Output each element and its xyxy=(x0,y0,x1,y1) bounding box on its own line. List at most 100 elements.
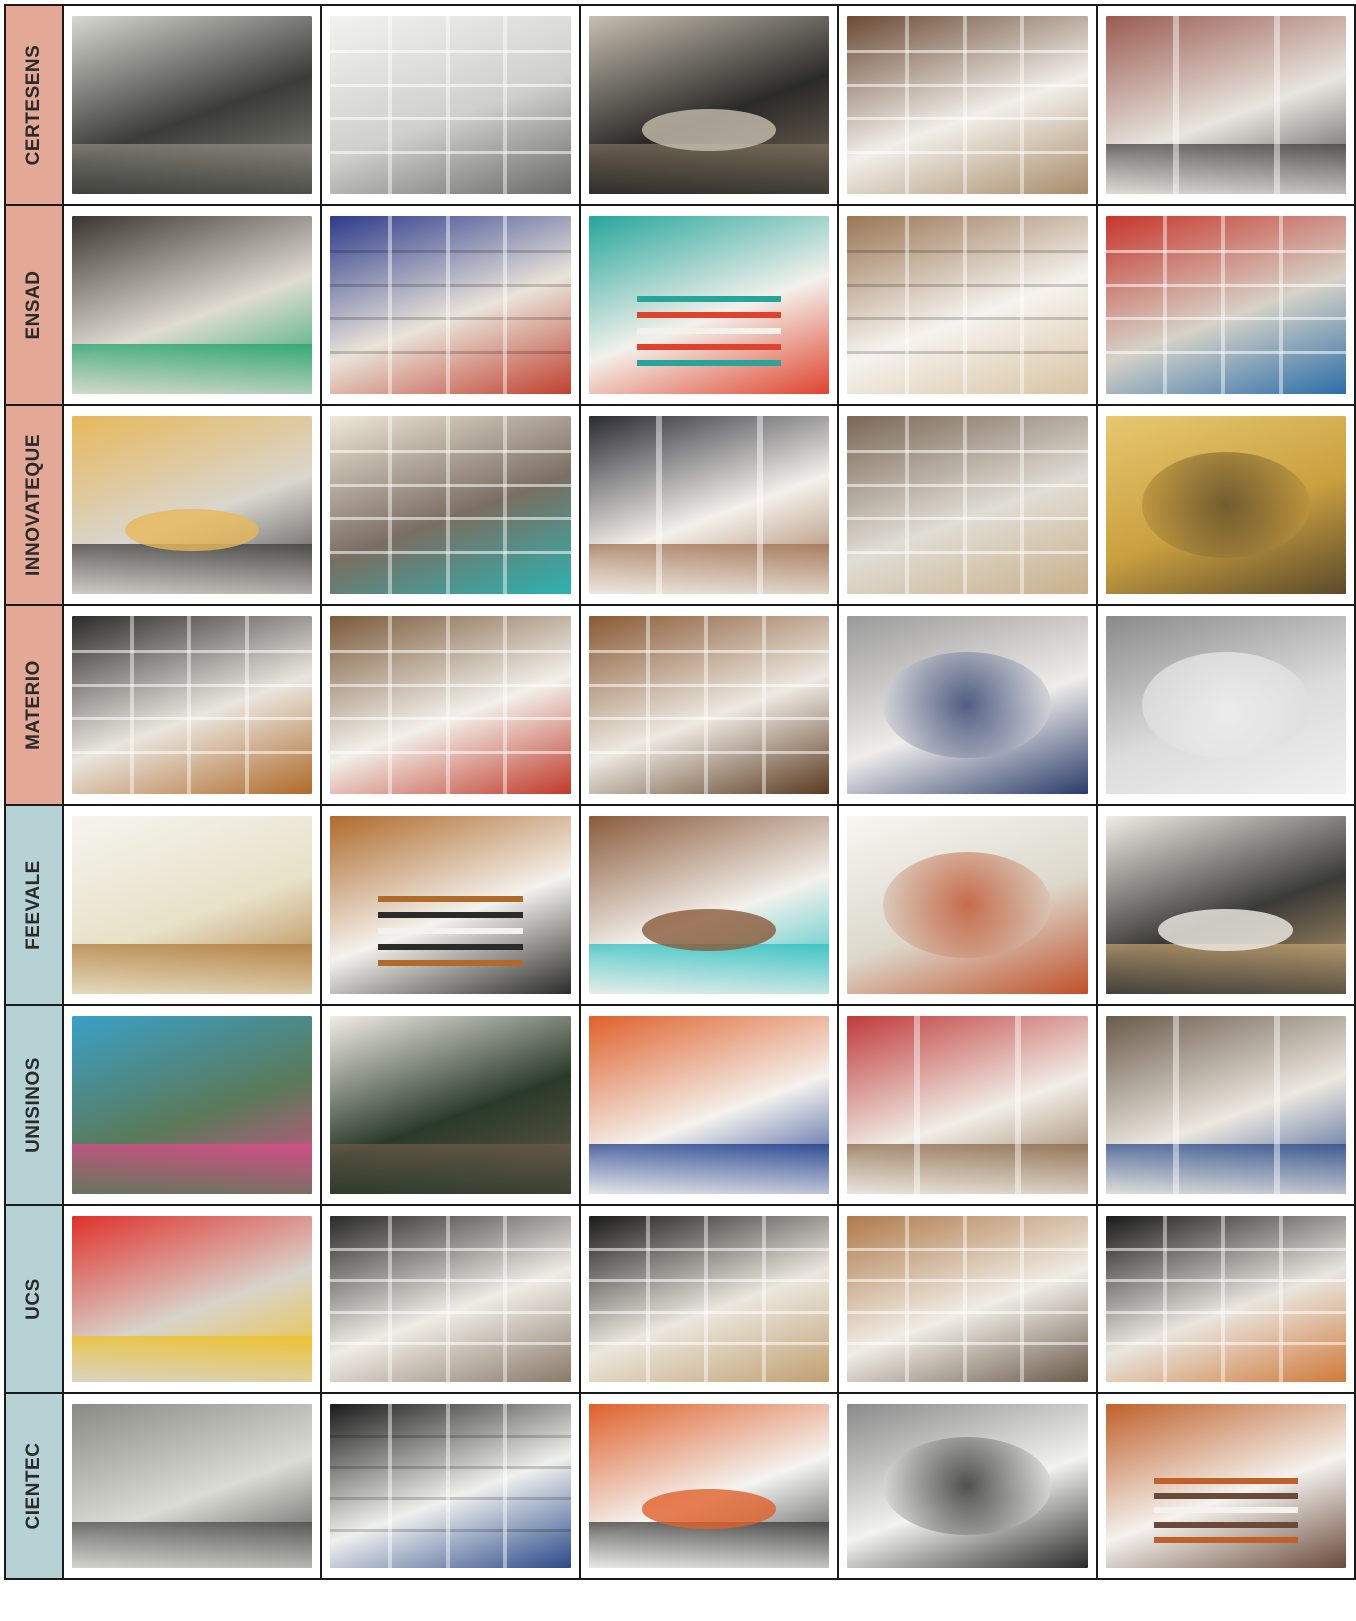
photo-metal-mesh xyxy=(847,616,1088,794)
institution-name: ENSAD xyxy=(22,270,44,340)
photo-leather-shelves xyxy=(847,16,1088,194)
photo-cell xyxy=(1095,1004,1356,1206)
institution-label-cell: CIENTEC xyxy=(4,1392,64,1580)
library-row: CIENTEC xyxy=(4,1392,1356,1580)
photo-sample-corridor xyxy=(847,1016,1088,1194)
photo-reception-desk xyxy=(588,1016,830,1194)
photo-cell xyxy=(837,204,1098,406)
photo-cell xyxy=(1095,804,1356,1006)
library-row: UNISINOS xyxy=(4,1004,1356,1206)
photo-cell xyxy=(837,1204,1098,1394)
library-row: INNOVATEQUE xyxy=(4,404,1356,606)
photo-cell xyxy=(837,404,1098,606)
photo-cell xyxy=(578,204,840,406)
photo-cell xyxy=(578,4,840,206)
library-row: CERTESENS xyxy=(4,4,1356,206)
photo-cubby-shelves xyxy=(847,1216,1088,1382)
photo-cell xyxy=(578,804,840,1006)
institution-label-cell: MATERIO xyxy=(4,604,64,806)
photo-cell xyxy=(320,1392,581,1580)
photo-leather-samples xyxy=(847,216,1088,394)
institution-label-cell: FEEVALE xyxy=(4,804,64,1006)
photo-cell xyxy=(320,804,581,1006)
photo-tile-stand xyxy=(1105,1404,1346,1568)
photo-metal-pillow xyxy=(1105,616,1346,794)
photo-display-unit xyxy=(847,816,1088,994)
photo-panel-displays xyxy=(330,1216,571,1382)
photo-wood-samples xyxy=(588,616,830,794)
photo-cell xyxy=(320,204,581,406)
photo-cell xyxy=(1095,604,1356,806)
photo-cell xyxy=(837,1392,1098,1580)
photo-binder-shelf xyxy=(330,616,571,794)
photo-cell xyxy=(61,204,323,406)
institution-name: INNOVATEQUE xyxy=(22,433,44,577)
photo-cell xyxy=(578,1392,840,1580)
photo-cell xyxy=(837,804,1098,1006)
photo-container-event xyxy=(330,1016,571,1194)
photo-composite-aisle xyxy=(588,416,830,594)
photo-sample-table xyxy=(588,16,830,194)
photo-yarn-shelves xyxy=(1105,216,1346,394)
photo-cell xyxy=(320,404,581,606)
institution-name: CIENTEC xyxy=(22,1442,44,1530)
photo-cell xyxy=(837,4,1098,206)
photo-cell xyxy=(320,1004,581,1206)
photo-library-wall xyxy=(330,416,571,594)
library-row: UCS xyxy=(4,1204,1356,1394)
photo-cell xyxy=(61,404,323,606)
photo-sample-cabinet xyxy=(847,416,1088,594)
photo-faucet-display xyxy=(847,1404,1088,1568)
photo-grid-panels xyxy=(588,1216,830,1382)
photo-foam-sample xyxy=(1105,416,1346,594)
institution-label-cell: ENSAD xyxy=(4,204,64,406)
photo-glass-entrance xyxy=(71,1216,313,1382)
photo-sample-boards xyxy=(330,1404,571,1568)
photo-cell xyxy=(837,604,1098,806)
photo-cell xyxy=(61,804,323,1006)
photo-cell xyxy=(61,1392,323,1580)
photo-open-drawers xyxy=(330,816,571,994)
photo-library-aisle xyxy=(1105,16,1346,194)
photo-cell xyxy=(578,404,840,606)
photo-container-exterior xyxy=(71,1016,313,1194)
photo-cell xyxy=(61,4,323,206)
photo-sample-grid xyxy=(1105,1216,1346,1382)
photo-meeting-table xyxy=(71,416,313,594)
photo-cell xyxy=(61,1204,323,1394)
institution-label-cell: CERTESENS xyxy=(4,4,64,206)
institution-name: UCS xyxy=(22,1278,44,1320)
photo-cell xyxy=(837,1004,1098,1206)
photo-cell xyxy=(320,604,581,806)
institution-name: UNISINOS xyxy=(22,1057,44,1153)
photo-office-room xyxy=(71,1404,313,1568)
photo-workroom xyxy=(71,216,313,394)
photo-fabric-rack xyxy=(330,216,571,394)
photo-display-tray xyxy=(588,816,830,994)
photo-cell xyxy=(1095,1392,1356,1580)
photo-swatch-spread xyxy=(588,1404,830,1568)
institution-name: CERTESENS xyxy=(22,44,44,166)
material-library-table: CERTESENS ENSAD INNOVATEQUE MATERIO FEEVALE U… xyxy=(4,4,1356,1580)
photo-visitor-shelves xyxy=(71,616,313,794)
institution-label-cell: UCS xyxy=(4,1204,64,1394)
institution-label-cell: INNOVATEQUE xyxy=(4,404,64,606)
photo-cell xyxy=(1095,1204,1356,1394)
photo-cell xyxy=(578,604,840,806)
library-row: MATERIO xyxy=(4,604,1356,806)
photo-cell xyxy=(61,1004,323,1206)
photo-cell xyxy=(578,1004,840,1206)
photo-reading-room xyxy=(71,16,313,194)
photo-cell xyxy=(61,604,323,806)
library-row: ENSAD xyxy=(4,204,1356,406)
photo-cell xyxy=(320,4,581,206)
photo-visitors-corridor xyxy=(1105,1016,1346,1194)
photo-cell xyxy=(1095,4,1356,206)
institution-label-cell: UNISINOS xyxy=(4,1004,64,1206)
institution-name: FEEVALE xyxy=(22,860,44,950)
photo-cell xyxy=(320,1204,581,1394)
photo-photo-table xyxy=(1105,816,1346,994)
photo-cell xyxy=(578,1204,840,1394)
photo-display-room xyxy=(71,816,313,994)
institution-name: MATERIO xyxy=(22,660,44,750)
